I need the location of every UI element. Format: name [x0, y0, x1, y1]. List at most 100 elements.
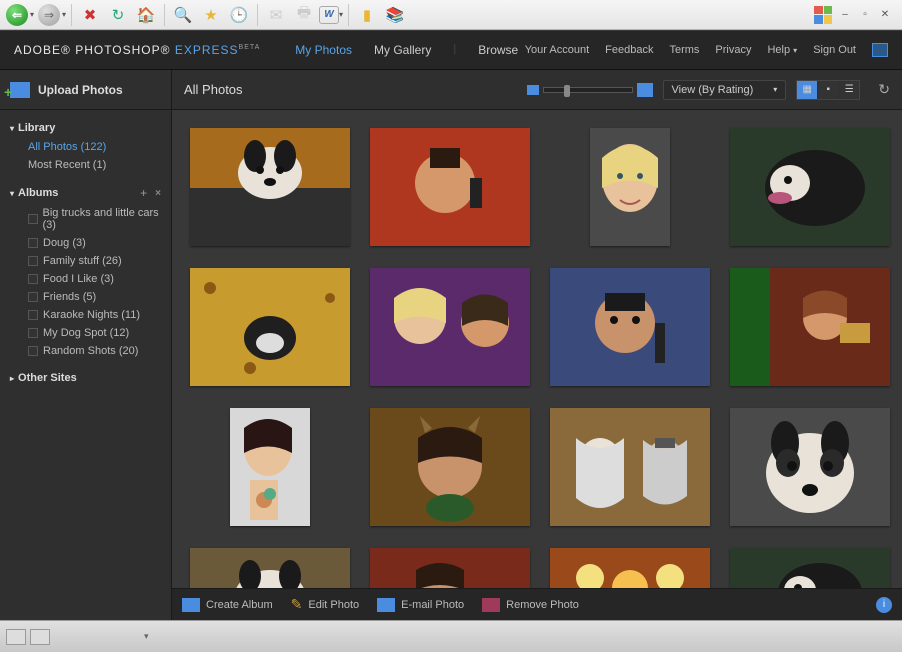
slider-track[interactable] — [543, 87, 633, 93]
info-button[interactable]: i — [876, 597, 892, 613]
note-button[interactable]: ▮ — [354, 2, 380, 28]
home-button[interactable]: 🏠 — [133, 2, 159, 28]
nav-feedback[interactable]: Feedback — [605, 44, 653, 56]
sidebar-album-item[interactable]: Karaoke Nights (11) — [0, 306, 171, 324]
sidebar-item-most-recent[interactable]: Most Recent (1) — [0, 156, 171, 174]
nav-my-photos[interactable]: My Photos — [295, 43, 352, 57]
favorites-button[interactable]: ★ — [198, 2, 224, 28]
nav-terms[interactable]: Terms — [669, 44, 699, 56]
toolbar-separator — [257, 4, 258, 26]
checkbox-icon[interactable] — [28, 238, 38, 248]
back-menu-icon[interactable]: ▾ — [30, 10, 34, 19]
history-button[interactable]: 🕒 — [226, 2, 252, 28]
sidebar-item-all-photos[interactable]: All Photos (122) — [0, 138, 171, 156]
photo-thumbnail[interactable] — [590, 128, 670, 246]
browser-back-button[interactable]: ⇐ — [4, 2, 30, 28]
photo-thumbnail[interactable] — [190, 268, 350, 386]
sidebar-album-item[interactable]: Random Shots (20) — [0, 342, 171, 360]
checkbox-icon[interactable] — [28, 274, 38, 284]
photo-thumbnail[interactable] — [730, 268, 890, 386]
sidebar: Upload Photos ▾Library All Photos (122) … — [0, 70, 172, 620]
album-label: Doug (3) — [43, 237, 86, 249]
photo-thumbnail[interactable] — [550, 408, 710, 526]
print-button[interactable]: 🖶 — [291, 2, 317, 28]
minimize-button[interactable]: – — [838, 8, 852, 22]
checkbox-icon[interactable] — [28, 256, 38, 266]
thumb-large-icon — [637, 83, 653, 97]
sidebar-album-item[interactable]: Family stuff (26) — [0, 252, 171, 270]
close-button[interactable]: ✕ — [878, 8, 892, 22]
stop-button[interactable]: ✖ — [77, 2, 103, 28]
status-view-single[interactable] — [6, 629, 26, 645]
photo-thumbnail[interactable] — [370, 408, 530, 526]
mail-button[interactable]: ✉ — [263, 2, 289, 28]
sidebar-album-item[interactable]: Doug (3) — [0, 234, 171, 252]
edit-photo-button[interactable]: ✎Edit Photo — [291, 596, 360, 613]
nav-your-account[interactable]: Your Account — [525, 44, 589, 56]
view-mode-list[interactable]: ☰ — [839, 81, 859, 99]
photo-thumbnail[interactable] — [730, 548, 890, 588]
nav-privacy[interactable]: Privacy — [715, 44, 751, 56]
photo-thumbnail[interactable] — [190, 548, 350, 588]
checkbox-icon[interactable] — [28, 214, 38, 224]
sidebar-album-item[interactable]: Food I Like (3) — [0, 270, 171, 288]
album-label: My Dog Spot (12) — [43, 327, 129, 339]
photo-thumbnail[interactable] — [370, 548, 530, 588]
photo-thumbnail[interactable] — [190, 128, 350, 246]
email-photo-button[interactable]: E-mail Photo — [377, 598, 464, 612]
refresh-icon[interactable]: ↻ — [878, 81, 890, 98]
beta-badge: BETA — [239, 44, 261, 51]
sidebar-album-item[interactable]: Big trucks and little cars (3) — [0, 204, 171, 234]
album-label: Family stuff (26) — [43, 255, 122, 267]
photo-thumbnail[interactable] — [370, 128, 530, 246]
nav-help[interactable]: Help ▾ — [767, 44, 797, 56]
sidebar-album-item[interactable]: Friends (5) — [0, 288, 171, 306]
fullscreen-icon[interactable] — [872, 43, 888, 57]
photo-thumbnail[interactable] — [230, 408, 310, 526]
chevron-down-icon: ▾ — [793, 46, 797, 55]
checkbox-icon[interactable] — [28, 328, 38, 338]
nav-sign-out[interactable]: Sign Out — [813, 44, 856, 56]
sidebar-album-item[interactable]: My Dog Spot (12) — [0, 324, 171, 342]
library-header[interactable]: ▾Library — [0, 118, 171, 138]
browser-forward-button[interactable]: ⇒ — [36, 2, 62, 28]
grid-row — [184, 408, 890, 526]
upload-photos-button[interactable]: Upload Photos — [0, 70, 171, 110]
forward-menu-icon[interactable]: ▾ — [62, 10, 66, 19]
view-mode-grid[interactable]: ▦ — [797, 81, 817, 99]
view-mode-small[interactable]: ▪ — [818, 81, 838, 99]
view-by-dropdown[interactable]: View (By Rating) ▾ — [663, 80, 787, 100]
status-dropdown-icon[interactable]: ▾ — [144, 631, 149, 642]
action-bar: Create Album ✎Edit Photo E-mail Photo Re… — [172, 588, 902, 620]
create-album-button[interactable]: Create Album — [182, 598, 273, 612]
albums-header[interactable]: ▾ Albums + × — [0, 182, 171, 204]
other-sites-header[interactable]: ▸Other Sites — [0, 368, 171, 388]
checkbox-icon[interactable] — [28, 292, 38, 302]
photo-thumbnail[interactable] — [370, 268, 530, 386]
nav-separator: | — [453, 43, 456, 57]
photo-thumbnail[interactable] — [730, 128, 890, 246]
photo-thumbnail[interactable] — [550, 268, 710, 386]
restore-button[interactable]: ▫ — [858, 8, 872, 22]
grid-row — [184, 128, 890, 246]
search-button[interactable]: 🔍 — [170, 2, 196, 28]
add-album-icon[interactable]: + — [140, 186, 147, 200]
remove-photo-button[interactable]: Remove Photo — [482, 598, 579, 612]
album-label: Big trucks and little cars (3) — [43, 207, 168, 231]
nav-my-gallery[interactable]: My Gallery — [374, 43, 431, 57]
research-button[interactable]: 📚 — [382, 2, 408, 28]
photo-thumbnail[interactable] — [730, 408, 890, 526]
remove-album-icon[interactable]: × — [155, 188, 161, 199]
refresh-button[interactable]: ↻ — [105, 2, 131, 28]
album-icon — [182, 598, 200, 612]
nav-browse[interactable]: Browse — [478, 43, 518, 57]
content-title: All Photos — [184, 82, 243, 97]
word-button[interactable]: W — [319, 6, 339, 24]
status-view-split[interactable] — [30, 629, 50, 645]
checkbox-icon[interactable] — [28, 346, 38, 356]
word-menu-icon[interactable]: ▾ — [339, 10, 343, 19]
album-label: Friends (5) — [43, 291, 96, 303]
checkbox-icon[interactable] — [28, 310, 38, 320]
photo-thumbnail[interactable] — [550, 548, 710, 588]
thumbnail-size-slider[interactable] — [527, 83, 653, 97]
